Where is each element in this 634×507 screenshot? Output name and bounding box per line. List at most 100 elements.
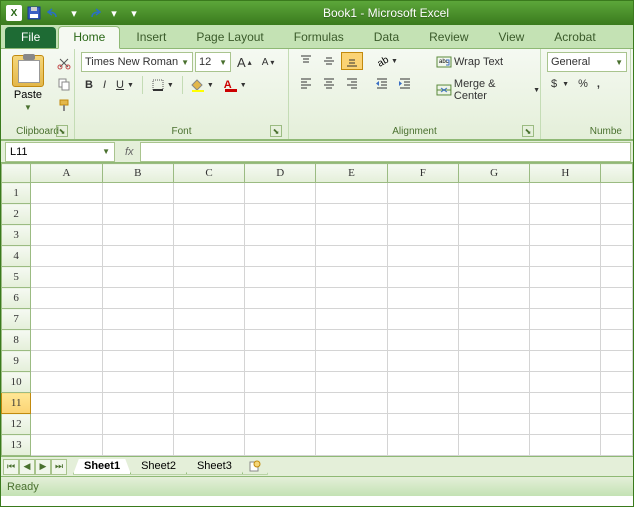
cell-G7[interactable] [458,309,529,330]
cut-button[interactable] [53,54,75,72]
cell-A6[interactable] [31,288,102,309]
tab-view[interactable]: View [485,27,539,48]
cell-E9[interactable] [316,351,387,372]
col-header-E[interactable]: E [316,164,387,183]
row-header-7[interactable]: 7 [2,309,31,330]
tab-formulas[interactable]: Formulas [280,27,358,48]
col-header-A[interactable]: A [31,164,102,183]
cell-A13[interactable] [31,435,102,456]
cell-C1[interactable] [173,183,244,204]
cell-A11[interactable] [31,393,102,414]
cell-B6[interactable] [102,288,173,309]
font-name-combo[interactable]: Times New Roman▼ [81,52,193,72]
cell-G1[interactable] [458,183,529,204]
cell-C3[interactable] [173,225,244,246]
cell-C10[interactable] [173,372,244,393]
cell-H4[interactable] [530,246,601,267]
cell-G9[interactable] [458,351,529,372]
sheet-tab-sheet2[interactable]: Sheet2 [130,459,187,475]
tab-insert[interactable]: Insert [122,27,180,48]
sheet-prev-icon[interactable]: ◀ [19,459,35,475]
fill-color-button[interactable]: ▼ [187,76,218,94]
cell-C5[interactable] [173,267,244,288]
cell-F10[interactable] [387,372,458,393]
font-launcher-icon[interactable]: ⬊ [270,125,282,137]
italic-button[interactable]: I [99,77,110,93]
cell-A8[interactable] [31,330,102,351]
tab-home[interactable]: Home [58,26,120,49]
cell-B13[interactable] [102,435,173,456]
align-left-button[interactable] [295,74,317,92]
grow-font-button[interactable]: A▴ [233,53,256,72]
align-top-button[interactable] [295,52,317,70]
qat-customize-icon[interactable]: ▾ [125,4,143,22]
font-size-combo[interactable]: 12▼ [195,52,231,72]
cell-H10[interactable] [530,372,601,393]
spreadsheet-grid[interactable]: ABCDEFGH12345678910111213 [1,163,633,456]
cell-E8[interactable] [316,330,387,351]
sheet-tab-sheet3[interactable]: Sheet3 [186,459,243,475]
bold-button[interactable]: B [81,77,97,93]
cell-G3[interactable] [458,225,529,246]
cell-A4[interactable] [31,246,102,267]
cell-A1[interactable] [31,183,102,204]
cell-G4[interactable] [458,246,529,267]
tab-data[interactable]: Data [360,27,413,48]
tab-page-layout[interactable]: Page Layout [182,27,277,48]
cell-B12[interactable] [102,414,173,435]
row-header-5[interactable]: 5 [2,267,31,288]
paste-button[interactable]: Paste ▼ [7,52,49,115]
cell-D1[interactable] [245,183,316,204]
cell-G11[interactable] [458,393,529,414]
cell-H3[interactable] [530,225,601,246]
col-header-F[interactable]: F [387,164,458,183]
cell-D5[interactable] [245,267,316,288]
comma-button[interactable]: , [593,76,604,92]
cell-D4[interactable] [245,246,316,267]
redo-dropdown-icon[interactable]: ▾ [105,4,123,22]
col-header-D[interactable]: D [245,164,316,183]
clipboard-launcher-icon[interactable]: ⬊ [56,125,68,137]
alignment-launcher-icon[interactable]: ⬊ [522,125,534,137]
cell-G2[interactable] [458,204,529,225]
number-format-combo[interactable]: General▼ [547,52,627,72]
cell-H5[interactable] [530,267,601,288]
format-painter-button[interactable] [53,96,75,114]
cell-G5[interactable] [458,267,529,288]
cell-H11[interactable] [530,393,601,414]
redo-icon[interactable] [85,4,103,22]
name-box[interactable]: L11▼ [5,142,115,162]
align-center-button[interactable] [318,74,340,92]
cell-C8[interactable] [173,330,244,351]
row-header-10[interactable]: 10 [2,372,31,393]
row-header-13[interactable]: 13 [2,435,31,456]
merge-center-button[interactable]: Merge & Center▼ [432,76,544,104]
cell-C2[interactable] [173,204,244,225]
cell-B3[interactable] [102,225,173,246]
cell-B1[interactable] [102,183,173,204]
cell-E1[interactable] [316,183,387,204]
cell-H12[interactable] [530,414,601,435]
cell-H6[interactable] [530,288,601,309]
cell-G13[interactable] [458,435,529,456]
cell-F3[interactable] [387,225,458,246]
cell-E2[interactable] [316,204,387,225]
cell-F5[interactable] [387,267,458,288]
cell-E11[interactable] [316,393,387,414]
cell-G12[interactable] [458,414,529,435]
col-header-C[interactable]: C [173,164,244,183]
cell-H9[interactable] [530,351,601,372]
col-header-H[interactable]: H [530,164,601,183]
copy-button[interactable] [53,75,75,93]
cell-A2[interactable] [31,204,102,225]
wrap-text-button[interactable]: abcWrap Text [432,52,544,72]
cell-E7[interactable] [316,309,387,330]
decrease-indent-button[interactable] [371,74,393,92]
cell-A9[interactable] [31,351,102,372]
cell-A12[interactable] [31,414,102,435]
border-button[interactable]: ▼ [147,76,178,94]
cell-F2[interactable] [387,204,458,225]
cell-B9[interactable] [102,351,173,372]
cell-D13[interactable] [245,435,316,456]
new-sheet-icon[interactable] [242,459,268,475]
